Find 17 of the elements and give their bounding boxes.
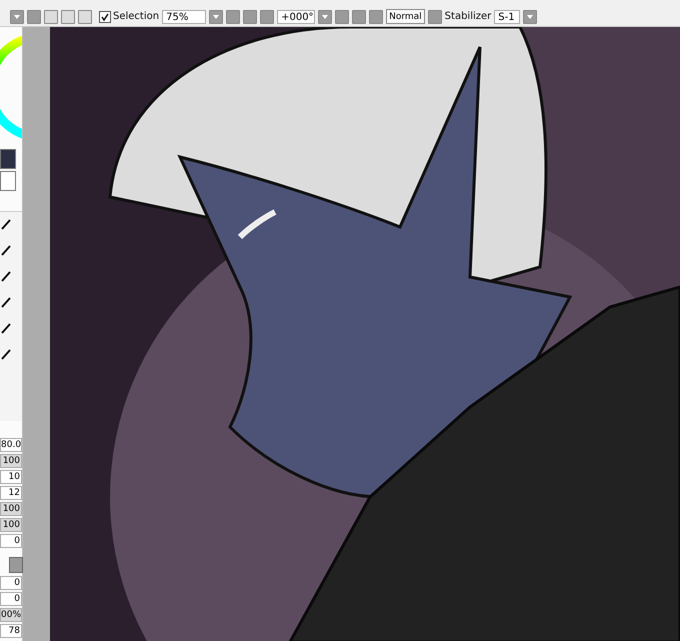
stabilizer-label: Stabilizer xyxy=(444,11,492,22)
parameter-value[interactable]: 78 xyxy=(0,624,22,638)
stabilizer-field[interactable]: S-1 xyxy=(494,10,520,24)
parameter-value[interactable]: 0 xyxy=(0,534,22,548)
parameter-value[interactable]: 12 xyxy=(0,486,22,500)
parameter-value[interactable]: 00% xyxy=(0,608,22,622)
parameter-value[interactable]: 100 xyxy=(0,454,22,468)
blend-mode-button[interactable]: Normal xyxy=(386,9,425,24)
parameter-value[interactable]: 0 xyxy=(0,576,22,590)
parameter-value[interactable]: 10 xyxy=(0,470,22,484)
parameter-value[interactable]: 100 xyxy=(0,518,22,532)
parameter-value[interactable]: 100 xyxy=(0,502,22,516)
parameter-value[interactable]: 0 xyxy=(0,592,22,606)
rotation-field[interactable]: +000° xyxy=(277,10,316,24)
zoom-field[interactable]: 75% xyxy=(162,10,206,24)
parameter-value[interactable]: 80.0 xyxy=(0,438,22,452)
selection-label: Selection xyxy=(113,11,160,22)
